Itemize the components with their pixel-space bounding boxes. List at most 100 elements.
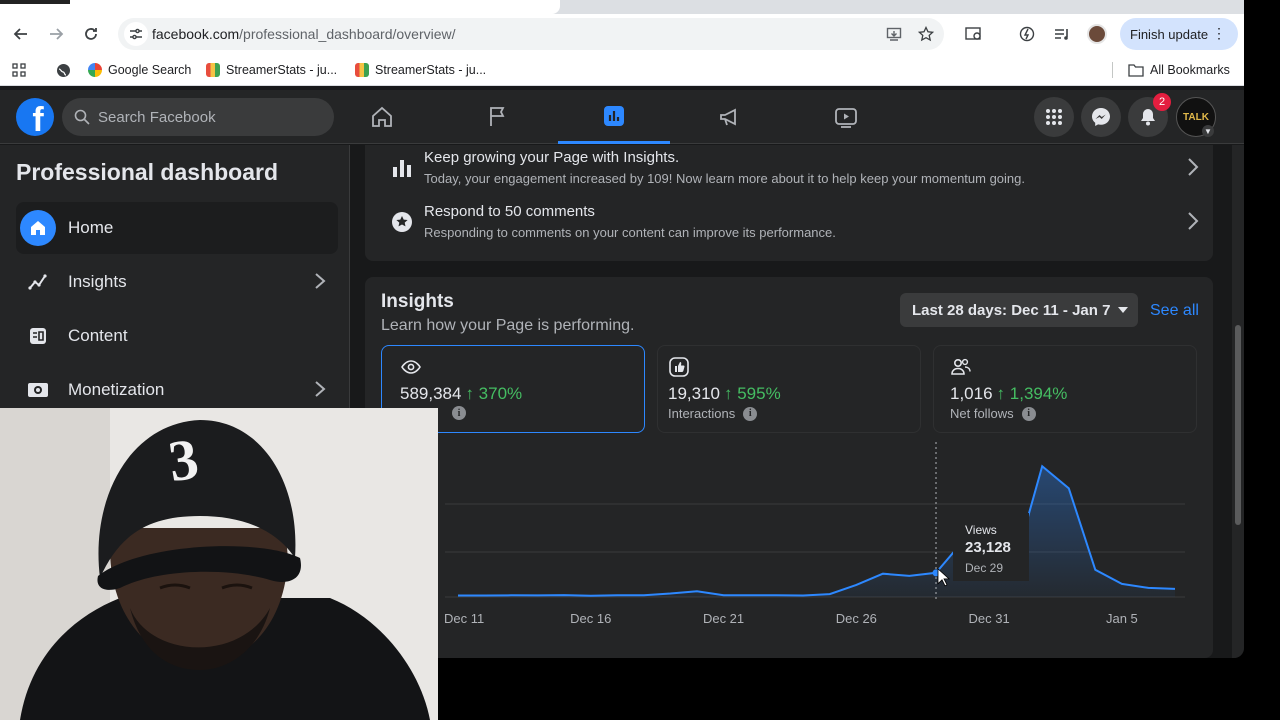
- metric-change: ↑ 370%: [465, 384, 523, 403]
- finish-update-label: Finish update: [1130, 26, 1209, 42]
- metric-change: ↑ 595%: [724, 384, 781, 403]
- bookmark-streamerstats-1[interactable]: StreamerStats - ju...: [206, 61, 337, 79]
- search-tabs-icon[interactable]: [962, 22, 986, 46]
- metric-label: i: [444, 406, 466, 420]
- nav-ads[interactable]: [674, 90, 786, 144]
- search-input[interactable]: Search Facebook: [62, 98, 334, 136]
- apps-icon[interactable]: [12, 61, 26, 79]
- bell-icon: [1141, 109, 1155, 126]
- video-icon: [835, 108, 857, 128]
- sidebar-item-label: Content: [68, 326, 128, 345]
- active-tab[interactable]: [0, 0, 560, 14]
- forward-icon[interactable]: [44, 22, 68, 46]
- back-icon[interactable]: [9, 22, 33, 46]
- facebook-logo-letter: f: [32, 101, 44, 139]
- metric-value: 1,016 ↑ 1,394%: [950, 384, 1067, 404]
- site-settings-icon[interactable]: [124, 22, 148, 46]
- x-tick-label: Dec 31: [969, 611, 1010, 626]
- streamerstats-icon: [355, 63, 369, 77]
- bookmark-label: Google Search: [108, 63, 192, 77]
- tooltip-date: Dec 29: [965, 561, 1004, 575]
- globe-icon[interactable]: [56, 61, 71, 79]
- insights-subtitle: Learn how your Page is performing.: [381, 317, 635, 334]
- x-tick-label: Dec 11: [445, 611, 484, 626]
- content-icon: [20, 318, 56, 354]
- todo-title: Respond to 50 comments: [424, 203, 595, 220]
- like-icon: [668, 356, 690, 378]
- people-icon: [950, 356, 972, 378]
- comment-star-icon: [389, 209, 415, 235]
- bookmark-label: StreamerStats - ju...: [375, 63, 487, 77]
- chevron-right-icon: [314, 380, 326, 403]
- views-chart[interactable]: Dec 11 Dec 16 Dec 21 Dec 26 Dec 31 Jan 5: [445, 442, 1215, 647]
- todo-item-insights[interactable]: Keep growing your Page with Insights. To…: [387, 149, 1207, 193]
- reload-icon[interactable]: [79, 22, 103, 46]
- chevron-right-icon[interactable]: [1187, 157, 1199, 182]
- info-icon[interactable]: i: [452, 406, 466, 420]
- all-bookmarks[interactable]: All Bookmarks: [1128, 61, 1230, 79]
- nav-video[interactable]: [790, 90, 902, 144]
- metric-card-interactions[interactable]: 19,310 ↑ 595% Interactions i: [657, 345, 921, 433]
- todo-subtitle: Today, your engagement increased by 109!…: [424, 171, 1025, 186]
- nav-pages[interactable]: [442, 90, 554, 144]
- page-scrollbar[interactable]: [1232, 145, 1244, 658]
- menu-button[interactable]: [1034, 97, 1074, 137]
- sidebar-item-insights[interactable]: Insights: [16, 256, 338, 308]
- extension-icon[interactable]: [1015, 22, 1039, 46]
- screen: facebook.com/professional_dashboard/over…: [0, 0, 1280, 720]
- info-icon[interactable]: i: [1021, 406, 1036, 421]
- sidebar-item-label: Home: [68, 218, 114, 237]
- media-queue-icon[interactable]: [1050, 22, 1074, 46]
- bookmark-google-search[interactable]: Google Search: [88, 61, 191, 79]
- more-icon[interactable]: ⋮: [1212, 25, 1226, 42]
- search-placeholder: Search Facebook: [98, 108, 216, 126]
- chevron-right-icon: [314, 272, 326, 295]
- sidebar-item-label: Monetization: [68, 380, 165, 399]
- facebook-header: f Search Facebook 2 TALK ▼: [0, 90, 1244, 144]
- dashboard-icon: [604, 105, 624, 126]
- bookmark-streamerstats-2[interactable]: StreamerStats - ju...: [355, 61, 486, 79]
- sidebar-item-home[interactable]: Home: [16, 202, 338, 254]
- install-icon[interactable]: [884, 24, 904, 44]
- scrollbar-thumb[interactable]: [1235, 325, 1241, 525]
- url-text[interactable]: facebook.com/professional_dashboard/over…: [152, 26, 456, 42]
- home-icon: [372, 106, 392, 127]
- chart-tooltip: Views 23,128 Dec 29: [953, 513, 1029, 581]
- metric-number: 1,016: [950, 384, 993, 403]
- browser-toolbar: facebook.com/professional_dashboard/over…: [0, 14, 1244, 54]
- bookmarks-bar: Google Search StreamerStats - ju... Stre…: [0, 54, 1244, 86]
- bar-chart-icon: [389, 155, 415, 181]
- info-icon[interactable]: i: [743, 406, 758, 421]
- sidebar-item-content[interactable]: Content: [16, 310, 338, 362]
- date-range-label: Last 28 days: Dec 11 - Jan 7: [912, 301, 1111, 319]
- sidebar-title: Professional dashboard: [16, 159, 279, 185]
- monetization-icon: [20, 372, 56, 408]
- nav-dashboard[interactable]: [558, 90, 670, 144]
- profile-avatar[interactable]: [1087, 24, 1107, 44]
- grid-menu-icon: [1046, 109, 1062, 125]
- nav-home[interactable]: [326, 90, 438, 144]
- metric-label: Interactions i: [668, 406, 758, 421]
- address-bar[interactable]: facebook.com/professional_dashboard/over…: [118, 18, 944, 50]
- facebook-logo[interactable]: f: [16, 98, 54, 139]
- date-range-dropdown[interactable]: Last 28 days: Dec 11 - Jan 7: [900, 293, 1138, 327]
- metric-card-net-follows[interactable]: 1,016 ↑ 1,394% Net follows i: [933, 345, 1197, 433]
- chevron-right-icon[interactable]: [1187, 211, 1199, 236]
- google-icon: [88, 63, 102, 77]
- finish-update-button[interactable]: Finish update ⋮: [1120, 18, 1238, 50]
- eye-icon: [400, 356, 422, 378]
- insights-icon: [20, 264, 56, 300]
- metric-number: 589,384: [400, 384, 462, 403]
- search-icon: [74, 109, 90, 125]
- todo-item-comments[interactable]: Respond to 50 comments Responding to com…: [387, 203, 1207, 247]
- messenger-button[interactable]: [1081, 97, 1121, 137]
- metric-value: 19,310 ↑ 595%: [668, 384, 781, 404]
- x-tick-label: Jan 5: [1106, 611, 1138, 626]
- metric-label: Net follows i: [950, 406, 1036, 421]
- account-avatar-text: TALK: [1183, 111, 1209, 123]
- x-tick-label: Dec 21: [703, 611, 744, 626]
- sidebar-item-label: Insights: [68, 272, 127, 291]
- see-all-link[interactable]: See all: [1150, 302, 1199, 320]
- star-icon[interactable]: [916, 24, 936, 44]
- chevron-down-icon[interactable]: ▼: [1202, 125, 1214, 137]
